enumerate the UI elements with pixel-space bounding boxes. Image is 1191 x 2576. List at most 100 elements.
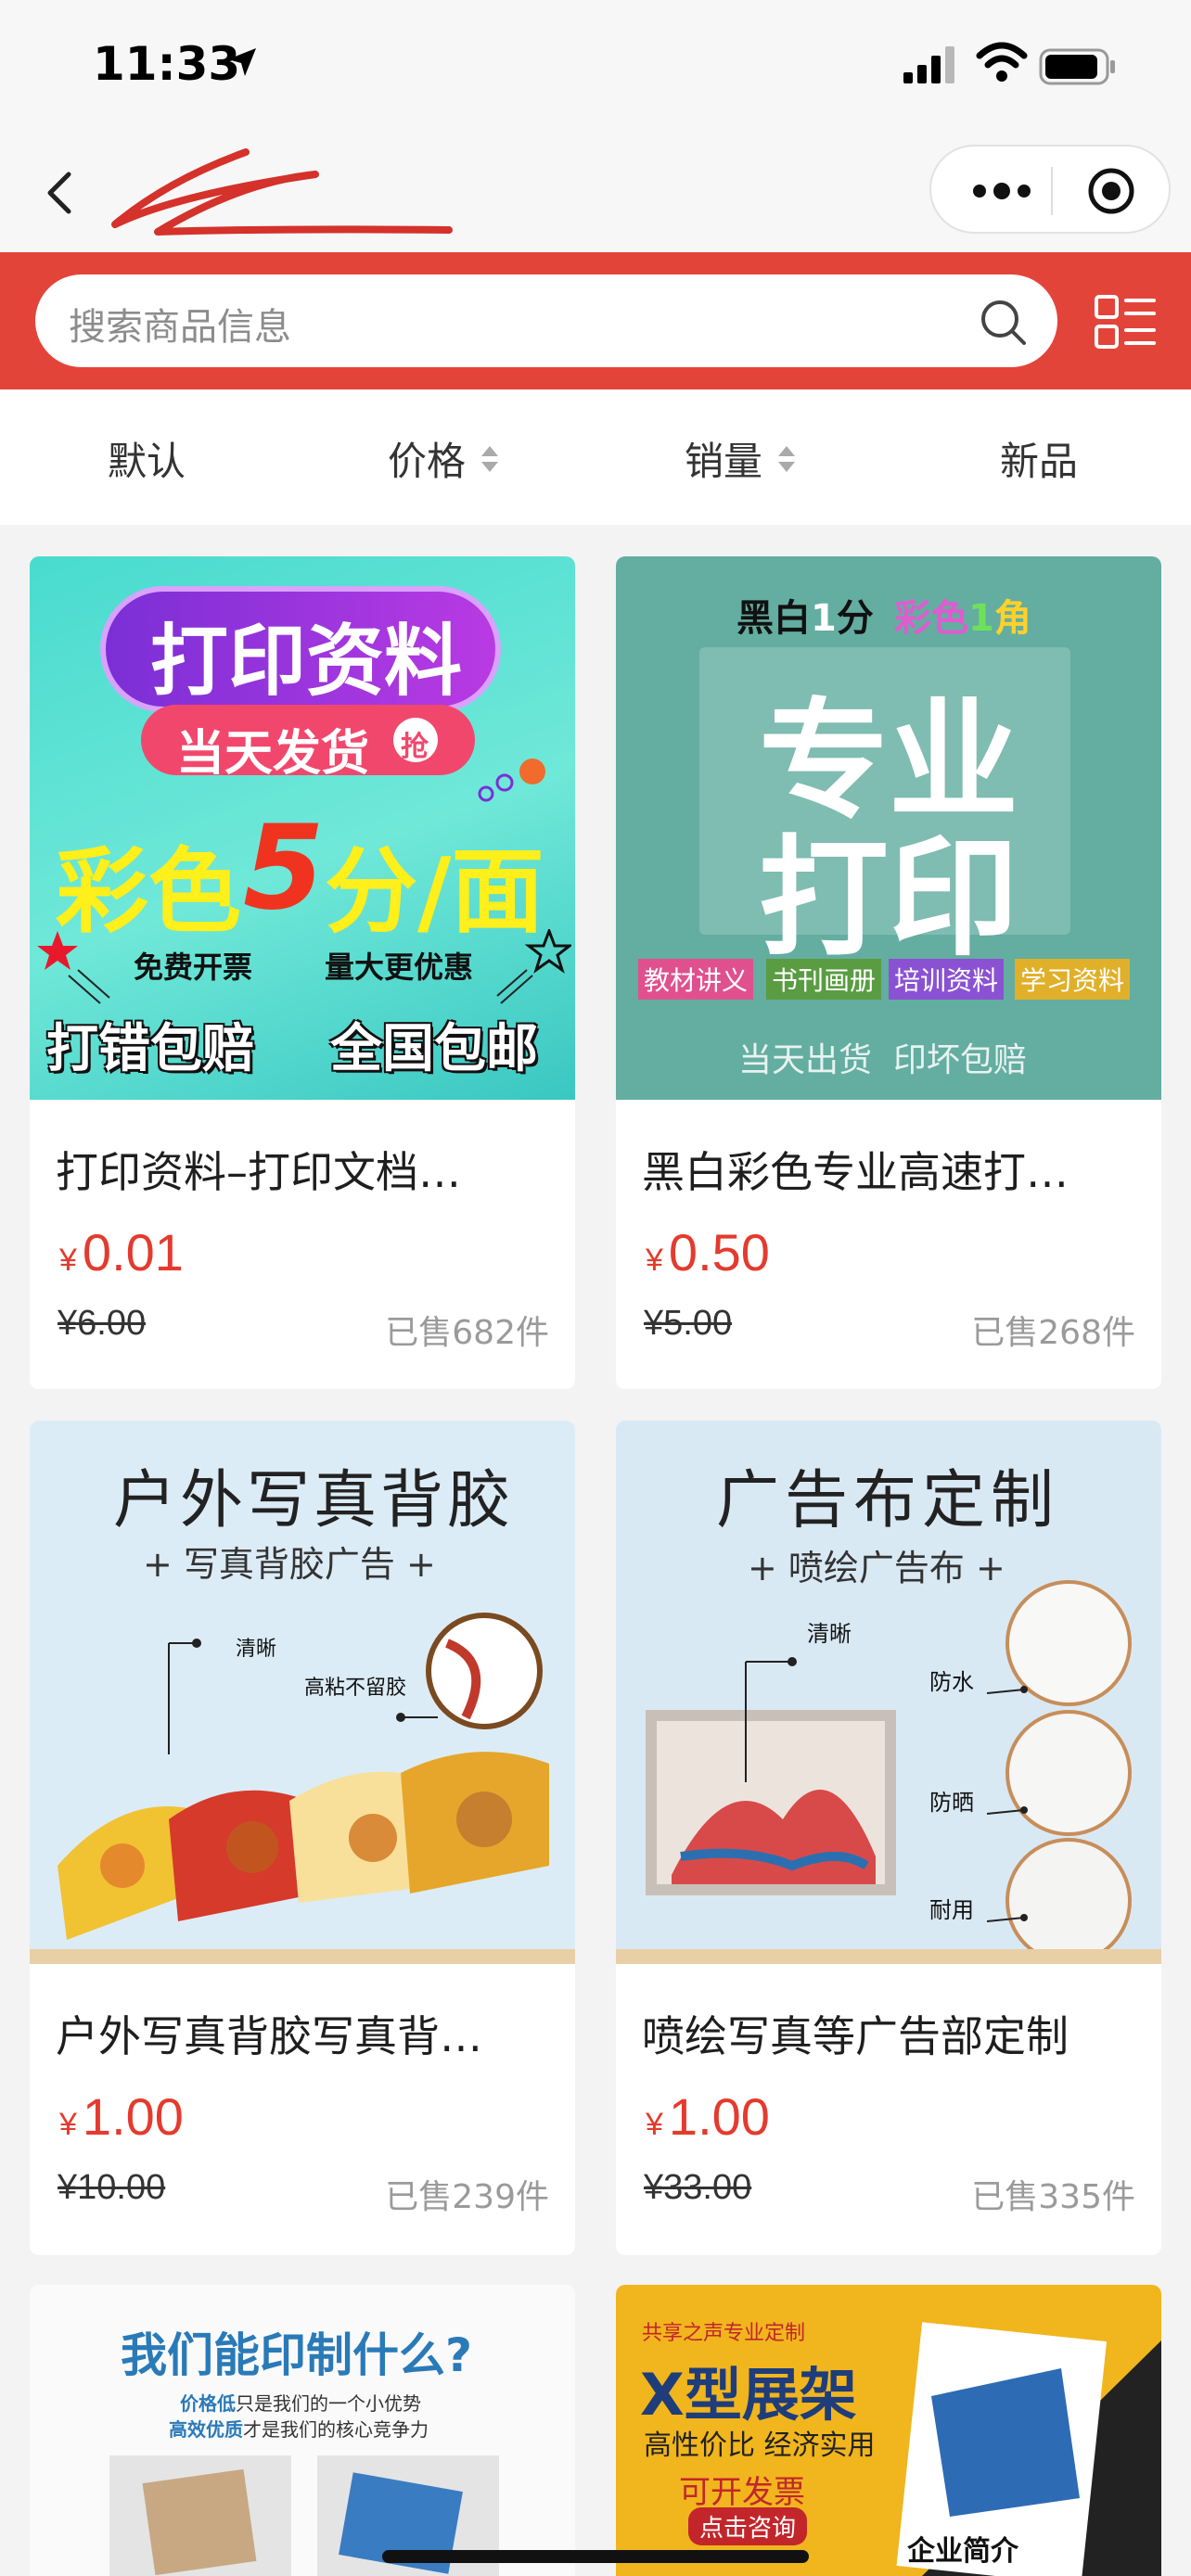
product-title: 黑白彩色专业高速打… — [642, 1147, 1069, 1197]
image-headline: 打印资料 — [150, 616, 463, 707]
product-image: 黑白1分 彩色1角 专业 打印 教材讲义 书刊画册 培训资料 学习资料 当天出货… — [616, 556, 1161, 1100]
product-image: 广告布定制 + 喷绘广告布 + 清晰 防水 防晒 耐用 — [616, 1421, 1161, 1964]
image-footer: 当天出货 印坏包赔 — [738, 1041, 1027, 1079]
product-image: 共享之声专业定制 X型展架 高性价比 经济实用 可开发票 点击咨询 企业简介 — [616, 2285, 1161, 2576]
top-a-text: 黑白 — [736, 597, 811, 640]
image-cta2: 点击咨询 — [688, 2507, 808, 2545]
close-target-icon[interactable] — [1087, 167, 1135, 215]
image-headline: 户外写真背胶 — [113, 1464, 515, 1537]
product-price: ¥1.00 — [59, 2086, 184, 2147]
layout-toggle-icon[interactable] — [1093, 293, 1158, 351]
banner-illustration — [646, 1580, 1132, 1964]
image-label-d: 耐用 — [929, 1897, 974, 1923]
image-badge: 抢 — [401, 731, 429, 763]
image-sub: + 写真背胶广告 + — [143, 1544, 436, 1585]
currency-symbol: ¥ — [59, 2107, 77, 2142]
image-headline: 我们能印制什么? — [121, 2328, 473, 2382]
poster-illustration — [58, 1613, 549, 1940]
status-bar: 11:33 — [0, 0, 1191, 130]
product-card[interactable]: 打印资料 当天发货 抢 彩色 5 分/面 免费开票 量大更优惠 打错包赔 全国包… — [30, 556, 575, 1389]
top-a-num: 1 — [811, 597, 837, 640]
image-ribbon: 当天发货 — [176, 726, 370, 782]
home-indicator — [382, 2550, 809, 2563]
product-image: 户外写真背胶 + 写真背胶广告 + 清晰 高粘不留胶 — [30, 1421, 575, 1964]
image-brochure: 企业简介 — [907, 2535, 1018, 2568]
sort-tab-default[interactable]: 默认 — [108, 430, 186, 487]
image-line1: 价格低只是我们的一个小优势 — [180, 2389, 421, 2416]
product-card[interactable]: 户外写真背胶 + 写真背胶广告 + 清晰 高粘不留胶 户外写真背胶写真背… ¥1… — [30, 1421, 575, 2255]
sort-bar: 默认 价格 销量 新品 — [0, 389, 1191, 525]
sort-tab-sales[interactable]: 销量 — [685, 430, 798, 487]
image-big-line2: 打印 — [759, 823, 1019, 975]
more-icon[interactable] — [967, 174, 1037, 208]
image-headline: X型展架 — [640, 2361, 857, 2429]
price-value: 0.50 — [668, 1223, 770, 1282]
image-top-a: 黑白1分 — [736, 588, 874, 642]
star-icon — [37, 931, 110, 1004]
search-input[interactable]: 搜索商品信息 — [35, 274, 1057, 367]
capsule-divider — [1051, 167, 1053, 215]
image-label-b: 防水 — [929, 1669, 974, 1695]
sort-tab-label: 新品 — [1000, 439, 1079, 484]
top-b-unit: 角 — [993, 597, 1031, 640]
status-time: 11:33 — [93, 37, 241, 91]
search-band: 搜索商品信息 — [0, 252, 1191, 389]
sold-count: 已售268件 — [971, 1314, 1135, 1352]
battery-icon — [1039, 48, 1115, 85]
image-top-b: 彩色1角 — [894, 588, 1031, 642]
image-label-c: 防晒 — [929, 1790, 974, 1816]
image-label-b: 高粘不留胶 — [304, 1677, 407, 1700]
currency-symbol: ¥ — [646, 2107, 663, 2142]
original-price: ¥6.00 — [58, 1304, 147, 1343]
line2-text: 才是我们的核心竞争力 — [243, 2418, 429, 2441]
image-base-strip — [30, 1949, 575, 1964]
sort-tab-new[interactable]: 新品 — [1000, 430, 1078, 487]
original-price: ¥10.00 — [58, 2168, 166, 2207]
image-base-strip — [616, 1949, 1161, 1964]
line2-highlight: 高效优质 — [169, 2418, 243, 2441]
image-chip: 培训资料 — [889, 959, 1005, 1000]
product-title: 打印资料–打印文档… — [56, 1147, 461, 1197]
product-price: ¥0.50 — [646, 1222, 770, 1282]
product-price: ¥1.00 — [646, 2086, 770, 2147]
product-title: 喷绘写真等广告部定制 — [642, 2011, 1069, 2061]
sold-count: 已售335件 — [971, 2178, 1135, 2216]
currency-symbol: ¥ — [59, 1243, 77, 1278]
mini-program-capsule — [929, 145, 1171, 234]
price-value: 1.00 — [82, 2087, 184, 2146]
sort-tab-price[interactable]: 价格 — [388, 430, 501, 487]
sort-tab-label: 价格 — [388, 439, 467, 484]
wifi-icon — [976, 42, 1028, 82]
product-card[interactable]: 广告布定制 + 喷绘广告布 + 清晰 防水 防晒 耐用 喷绘写真等广告部定制 ¥… — [616, 1421, 1161, 2255]
product-card[interactable]: 我们能印制什么? 价格低只是我们的一个小优势 高效优质才是我们的核心竞争力 — [30, 2285, 575, 2576]
original-price: ¥5.00 — [644, 1304, 733, 1343]
search-icon[interactable] — [978, 297, 1030, 349]
product-card[interactable]: 共享之声专业定制 X型展架 高性价比 经济实用 可开发票 点击咨询 企业简介 — [616, 2285, 1161, 2576]
price-value: 0.01 — [82, 1223, 184, 1282]
product-card[interactable]: 黑白1分 彩色1角 专业 打印 教材讲义 书刊画册 培训资料 学习资料 当天出货… — [616, 556, 1161, 1389]
back-button[interactable] — [37, 156, 83, 230]
location-arrow-icon — [228, 48, 256, 76]
currency-symbol: ¥ — [646, 1243, 663, 1278]
cellular-signal-icon — [903, 46, 954, 83]
sort-arrows-icon — [778, 445, 796, 472]
sort-tab-label: 销量 — [685, 439, 763, 484]
sort-tab-label: 默认 — [108, 439, 186, 484]
image-label-a: 清晰 — [236, 1638, 277, 1661]
image-big-num: 5 — [243, 799, 325, 936]
original-price: ¥33.00 — [644, 2168, 752, 2207]
nav-bar — [0, 130, 1191, 252]
red-scribble-annotation — [111, 148, 453, 236]
sold-count: 已售239件 — [385, 2178, 549, 2216]
price-value: 1.00 — [668, 2087, 770, 2146]
image-chip: 书刊画册 — [766, 959, 882, 1000]
line1-highlight: 价格低 — [180, 2392, 236, 2415]
top-a-unit: 分 — [836, 597, 874, 640]
line1-text: 只是我们的一个小优势 — [236, 2392, 421, 2415]
image-headline: 广告布定制 — [716, 1464, 1060, 1537]
image-right-tag: 量大更优惠 — [325, 950, 474, 985]
sold-count: 已售682件 — [385, 1314, 549, 1352]
image-sub: 高性价比 经济实用 — [644, 2429, 876, 2462]
image-chip: 教材讲义 — [638, 959, 754, 1000]
sort-arrows-icon — [481, 445, 499, 472]
